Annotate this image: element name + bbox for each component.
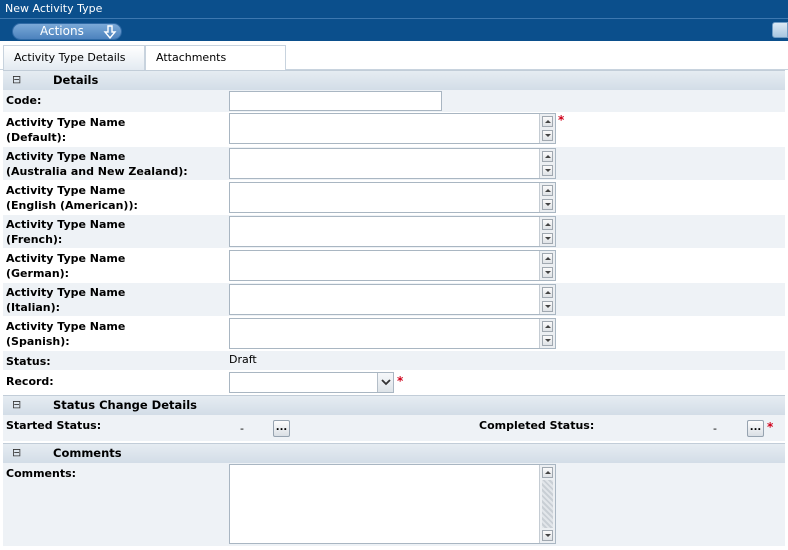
completed-status-value: -: [713, 422, 717, 435]
tab-bar: Activity Type Details Attachments: [0, 41, 788, 70]
spin-up-icon[interactable]: [542, 253, 553, 264]
name-it-input[interactable]: [229, 284, 556, 315]
name-anz-input[interactable]: [229, 148, 556, 179]
name-es-label-1: Activity Type Name: [6, 320, 126, 333]
name-en-us-row: Activity Type Name (English (American)):: [3, 181, 785, 215]
name-de-row: Activity Type Name (German):: [3, 249, 785, 283]
record-label: Record:: [6, 375, 54, 388]
status-value: Draft: [229, 353, 257, 366]
name-anz-row: Activity Type Name (Australia and New Ze…: [3, 147, 785, 181]
name-fr-input[interactable]: [229, 216, 556, 247]
name-de-spinner[interactable]: [539, 251, 555, 280]
record-select[interactable]: [229, 372, 394, 393]
completed-status-lookup-button[interactable]: ...: [747, 420, 764, 437]
comments-input[interactable]: [229, 464, 556, 544]
spin-down-icon[interactable]: [542, 267, 553, 278]
required-marker: *: [558, 113, 565, 127]
name-de-input[interactable]: [229, 250, 556, 281]
collapse-icon[interactable]: ⊟: [12, 396, 21, 414]
actions-label: Actions: [40, 24, 84, 38]
completed-status-label: Completed Status:: [479, 419, 595, 432]
name-it-row: Activity Type Name (Italian):: [3, 283, 785, 317]
name-default-label-2: (Default):: [6, 131, 67, 144]
name-default-row: Activity Type Name (Default): *: [3, 113, 785, 147]
code-label: Code:: [6, 94, 42, 107]
started-status-label: Started Status:: [6, 419, 102, 432]
collapse-icon[interactable]: ⊟: [12, 444, 21, 462]
arrow-down-icon: [103, 25, 117, 39]
panel-toggle-tab[interactable]: [772, 22, 788, 38]
code-row: Code:: [3, 90, 785, 113]
name-de-label-2: (German):: [6, 267, 70, 280]
name-de-label-1: Activity Type Name: [6, 252, 126, 265]
details-header-label: Details: [53, 73, 99, 87]
name-es-input[interactable]: [229, 318, 556, 349]
spin-down-icon[interactable]: [542, 335, 553, 346]
name-default-spinner[interactable]: [539, 114, 555, 143]
status-change-header-label: Status Change Details: [53, 398, 198, 412]
name-en-us-label-2: (English (American)):: [6, 199, 138, 212]
name-en-us-spinner[interactable]: [539, 183, 555, 212]
spin-up-icon[interactable]: [542, 151, 553, 162]
spin-down-icon[interactable]: [542, 130, 553, 141]
status-row: Status: Draft: [3, 351, 785, 371]
name-default-input[interactable]: [229, 113, 556, 144]
spin-up-icon[interactable]: [542, 116, 553, 127]
name-it-spinner[interactable]: [539, 285, 555, 314]
scroll-up-icon[interactable]: [542, 467, 553, 478]
spin-down-icon[interactable]: [542, 233, 553, 244]
name-fr-row: Activity Type Name (French):: [3, 215, 785, 249]
name-anz-label-1: Activity Type Name: [6, 150, 126, 163]
name-it-label-2: (Italian):: [6, 301, 61, 314]
spin-up-icon[interactable]: [542, 185, 553, 196]
collapse-icon[interactable]: ⊟: [12, 71, 21, 89]
name-fr-spinner[interactable]: [539, 217, 555, 246]
name-it-label-1: Activity Type Name: [6, 286, 126, 299]
comments-scrollbar[interactable]: [539, 465, 555, 543]
required-marker: *: [767, 420, 774, 434]
required-marker: *: [397, 374, 404, 388]
name-anz-spinner[interactable]: [539, 149, 555, 178]
spin-down-icon[interactable]: [542, 165, 553, 176]
spin-down-icon[interactable]: [542, 301, 553, 312]
tab-attachments[interactable]: Attachments: [145, 45, 286, 70]
tab-activity-type-details[interactable]: Activity Type Details: [3, 45, 145, 70]
name-fr-label-2: (French):: [6, 233, 63, 246]
spin-up-icon[interactable]: [542, 219, 553, 230]
status-change-section-header[interactable]: ⊟ Status Change Details: [3, 395, 785, 415]
status-label: Status:: [6, 355, 51, 368]
comments-label: Comments:: [6, 467, 77, 480]
comments-row: Comments:: [3, 463, 785, 547]
spin-up-icon[interactable]: [542, 321, 553, 332]
name-es-label-2: (Spanish):: [6, 335, 70, 348]
name-default-label-1: Activity Type Name: [6, 116, 126, 129]
toolbar: Actions: [0, 18, 788, 41]
details-section-header[interactable]: ⊟ Details: [3, 70, 785, 90]
name-es-row: Activity Type Name (Spanish):: [3, 317, 785, 351]
started-status-lookup-button[interactable]: ...: [273, 420, 290, 437]
comments-header-label: Comments: [53, 446, 122, 460]
name-en-us-label-1: Activity Type Name: [6, 184, 126, 197]
record-row: Record: *: [3, 371, 785, 395]
name-en-us-input[interactable]: [229, 182, 556, 213]
scroll-down-icon[interactable]: [542, 530, 553, 541]
started-status-value: -: [240, 422, 244, 435]
name-es-spinner[interactable]: [539, 319, 555, 348]
status-change-row: Started Status: - ... Completed Status: …: [3, 415, 785, 442]
actions-button[interactable]: Actions: [12, 23, 122, 40]
spin-down-icon[interactable]: [542, 199, 553, 210]
comments-section-header[interactable]: ⊟ Comments: [3, 443, 785, 463]
record-dropdown-button[interactable]: [377, 373, 393, 392]
name-fr-label-1: Activity Type Name: [6, 218, 126, 231]
spin-up-icon[interactable]: [542, 287, 553, 298]
code-input[interactable]: [229, 91, 442, 111]
name-anz-label-2: (Australia and New Zealand):: [6, 165, 188, 178]
chevron-down-icon: [381, 379, 391, 386]
window-title: New Activity Type: [0, 0, 788, 18]
scroll-track[interactable]: [542, 480, 553, 528]
